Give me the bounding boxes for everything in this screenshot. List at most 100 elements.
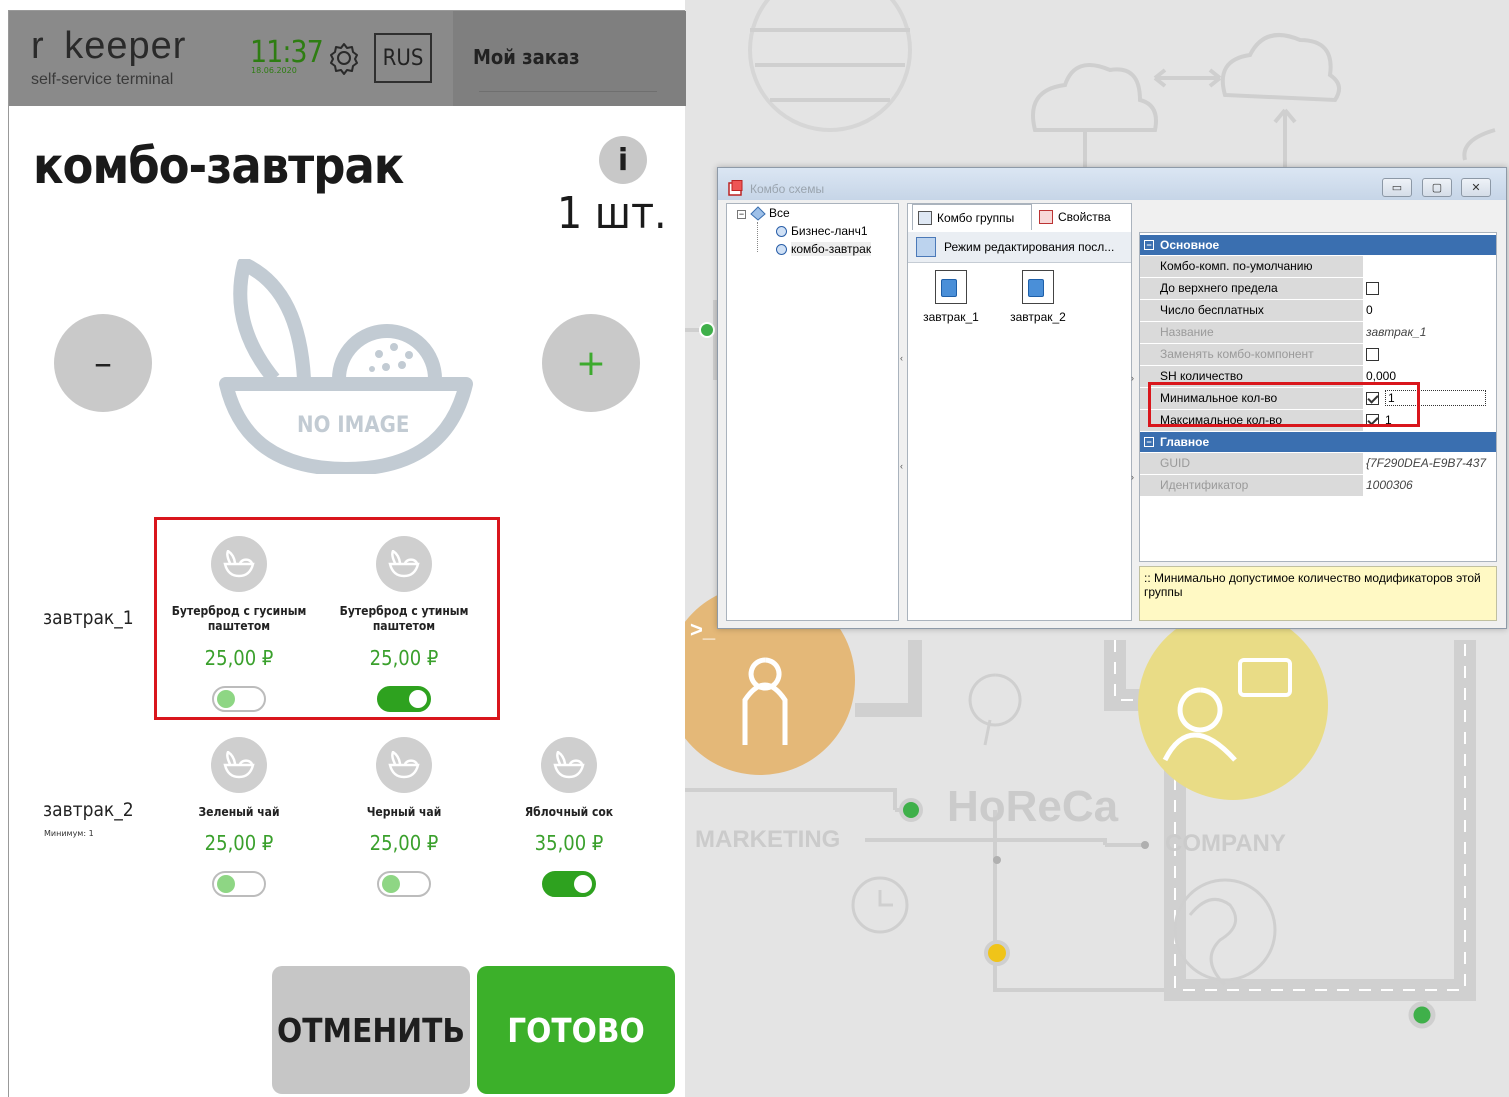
property-row[interactable]: Комбо-комп. по-умолчанию xyxy=(1140,256,1496,277)
scheme-tree: − Все Бизнес-ланч1 комбо-завтрак xyxy=(726,203,899,621)
property-value[interactable] xyxy=(1366,344,1496,365)
expand-right-icon[interactable]: › xyxy=(1131,373,1139,383)
brand-logo: r keeper xyxy=(31,25,187,67)
item-toggle[interactable] xyxy=(212,871,266,897)
brand-subtitle: self-service terminal xyxy=(31,71,174,88)
info-button[interactable]: i xyxy=(599,136,647,184)
window-titlebar[interactable]: Комбо схемы ▭ ▢ ✕ xyxy=(718,168,1506,200)
tree-line xyxy=(757,222,758,252)
group-minimum-note: Минимум: 1 xyxy=(44,829,94,838)
quantity-label: 1 шт. xyxy=(557,188,667,239)
tab-label: Свойства xyxy=(1058,210,1111,224)
tab-properties[interactable]: Свойства xyxy=(1034,204,1124,230)
increase-quantity-button[interactable]: + xyxy=(542,314,640,412)
bg-horeca-text: HoReCa xyxy=(947,782,1119,831)
tab-label: Комбо группы xyxy=(937,211,1015,225)
svg-text:>_: >_ xyxy=(690,617,716,642)
property-name: Название xyxy=(1140,322,1363,343)
gear-icon[interactable] xyxy=(327,41,361,75)
tree-item-combo-breakfast[interactable]: комбо-завтрак xyxy=(791,242,872,256)
minimize-button[interactable]: ▭ xyxy=(1382,178,1412,197)
property-value[interactable] xyxy=(1366,278,1496,299)
item-toggle[interactable] xyxy=(377,871,431,897)
divider xyxy=(479,91,657,92)
section-header[interactable]: − Главное xyxy=(1140,432,1496,452)
tree-item-business-lunch[interactable]: Бизнес-ланч1 xyxy=(791,224,868,238)
group-label: завтрак_1 xyxy=(43,607,134,629)
node-icon xyxy=(776,226,787,237)
tree-item-all[interactable]: Все xyxy=(769,206,790,220)
item-price: 25,00 ₽ xyxy=(204,831,274,855)
properties-icon xyxy=(1039,210,1053,224)
item-name: Зеленый чай xyxy=(198,805,280,819)
property-row[interactable]: Идентификатор 1000306 xyxy=(1140,475,1496,496)
property-value[interactable]: {7F290DEA-E9B7-437 xyxy=(1366,453,1496,474)
list-item[interactable]: Зеленый чай 25,00 ₽ xyxy=(159,737,319,917)
language-button[interactable]: RUS xyxy=(374,33,432,83)
item-toggle[interactable] xyxy=(542,871,596,897)
food-icon xyxy=(211,737,267,793)
checkbox[interactable] xyxy=(1366,282,1379,296)
property-row[interactable]: GUID {7F290DEA-E9B7-437 xyxy=(1140,453,1496,474)
property-row[interactable]: Название завтрак_1 xyxy=(1140,322,1496,343)
collapse-left-icon[interactable]: ‹ xyxy=(900,353,908,363)
app-icon xyxy=(728,180,743,196)
highlight-frame xyxy=(154,517,500,720)
section-title: Главное xyxy=(1160,435,1210,449)
list-item[interactable]: Черный чай 25,00 ₽ xyxy=(324,737,484,917)
group-label: завтрак_2 xyxy=(43,799,134,821)
header-left: r keeper self-service terminal 11:37 18.… xyxy=(9,11,453,106)
list-item[interactable]: Яблочный сок 35,00 ₽ xyxy=(489,737,649,917)
property-name: Идентификатор xyxy=(1140,475,1363,496)
checkbox[interactable] xyxy=(1366,348,1379,362)
property-value[interactable]: 0 xyxy=(1366,300,1496,321)
item-price: 35,00 ₽ xyxy=(534,831,604,855)
highlight-frame xyxy=(1148,382,1420,427)
property-row[interactable]: До верхнего предела xyxy=(1140,278,1496,299)
tree-expander-icon[interactable]: − xyxy=(737,210,746,219)
screen: >_ HoReCa MARKETING COMPANY r keeper sel… xyxy=(0,0,1509,1097)
food-icon xyxy=(541,737,597,793)
kiosk-panel: r keeper self-service terminal 11:37 18.… xyxy=(8,10,686,1097)
node-icon xyxy=(776,244,787,255)
property-name: Заменять комбо-компонент xyxy=(1140,344,1363,365)
combo-group-icon xyxy=(1022,270,1054,304)
property-row[interactable]: Заменять комбо-компонент xyxy=(1140,344,1496,365)
expand-right-icon[interactable]: › xyxy=(1131,472,1139,482)
folder-root-icon xyxy=(750,206,766,221)
my-order-title[interactable]: Мой заказ xyxy=(473,45,580,69)
cancel-button[interactable]: ОТМЕНИТЬ xyxy=(272,966,470,1094)
window-title: Комбо схемы xyxy=(750,182,825,196)
collapse-left-icon[interactable]: ‹ xyxy=(900,461,908,471)
maximize-button[interactable]: ▢ xyxy=(1422,178,1452,197)
collapse-icon: − xyxy=(1144,240,1154,250)
combo-groups-panel xyxy=(907,203,1132,621)
edit-mode-icon xyxy=(916,237,936,257)
bg-marketing-text: MARKETING xyxy=(695,826,841,853)
property-value[interactable] xyxy=(1366,256,1496,277)
section-header[interactable]: − Основное xyxy=(1140,235,1496,255)
property-value[interactable]: 1000306 xyxy=(1366,475,1496,496)
edit-mode-bar[interactable]: Режим редактирования посл... xyxy=(908,232,1131,263)
clock-time: 11:37 xyxy=(250,35,324,70)
combo-groups-icon xyxy=(918,211,932,225)
no-image-placeholder xyxy=(219,259,473,474)
close-button[interactable]: ✕ xyxy=(1461,178,1491,197)
combo-group-label: завтрак_1 xyxy=(923,310,979,324)
property-name: GUID xyxy=(1140,453,1363,474)
tab-combo-groups[interactable]: Комбо группы xyxy=(912,204,1032,230)
kiosk-header: r keeper self-service terminal 11:37 18.… xyxy=(9,11,686,106)
item-name: Черный чай xyxy=(366,805,442,819)
property-row[interactable]: Число бесплатных 0 xyxy=(1140,300,1496,321)
no-image-label: NO IMAGE xyxy=(297,413,410,438)
edit-mode-label: Режим редактирования посл... xyxy=(944,240,1115,254)
combo-group-icon xyxy=(935,270,967,304)
item-price: 25,00 ₽ xyxy=(369,831,439,855)
property-value[interactable]: завтрак_1 xyxy=(1366,322,1496,343)
done-button[interactable]: ГОТОВО xyxy=(477,966,675,1094)
decrease-quantity-button[interactable]: – xyxy=(54,314,152,412)
bg-company-text: COMPANY xyxy=(1165,830,1286,857)
combo-group-item[interactable]: завтрак_1 xyxy=(911,270,991,324)
product-title: комбо-завтрак xyxy=(33,137,404,195)
combo-group-item[interactable]: завтрак_2 xyxy=(998,270,1078,324)
